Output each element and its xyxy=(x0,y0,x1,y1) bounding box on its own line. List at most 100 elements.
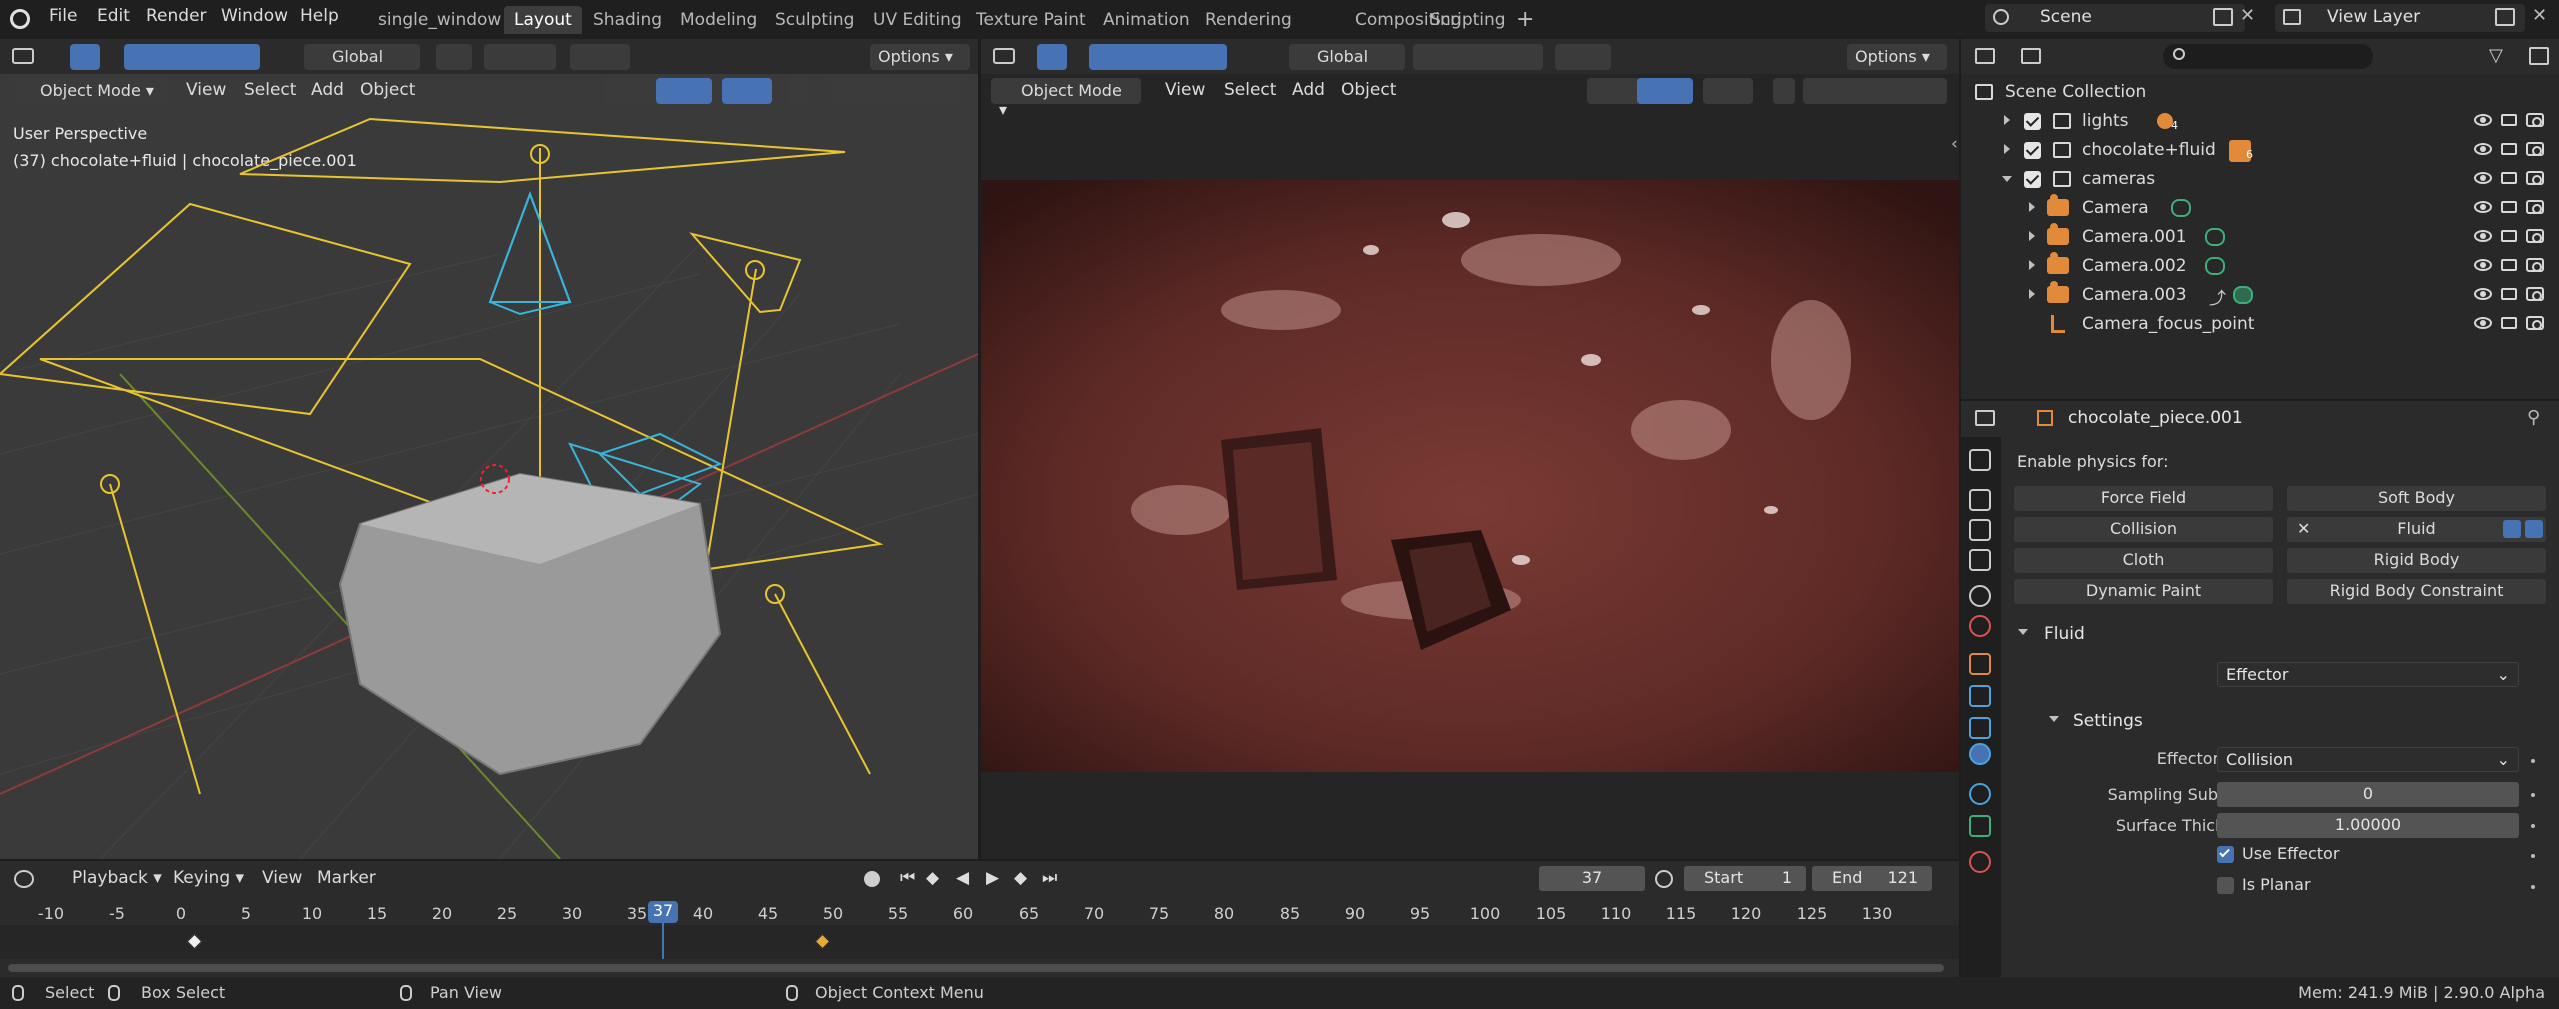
jump-end-icon[interactable]: ⏭ xyxy=(1042,868,1057,888)
properties-editor-type-icon[interactable] xyxy=(1975,410,1995,426)
sidebar-toggle-right-icon[interactable]: ‹ xyxy=(1951,134,1958,154)
scene-selector[interactable]: Scene xyxy=(1985,4,2245,32)
tab-animation[interactable]: Animation xyxy=(1093,6,1200,34)
keyframe-marker[interactable] xyxy=(186,933,203,950)
use-effector-checkbox[interactable] xyxy=(2217,846,2234,863)
constraints-tab-icon[interactable] xyxy=(1969,783,1991,805)
render-menu-add[interactable]: Add xyxy=(1292,80,1325,100)
playhead-frame-badge[interactable]: 37 xyxy=(648,901,678,923)
modifier-tab-icon[interactable] xyxy=(1969,685,1991,707)
render-disable-icon[interactable] xyxy=(2526,287,2544,301)
render-disable-icon[interactable] xyxy=(2526,258,2544,272)
menu-file[interactable]: File xyxy=(49,6,77,26)
animate-property-icon[interactable] xyxy=(2531,793,2535,797)
current-frame-field[interactable]: 37 xyxy=(1539,866,1645,891)
fluid-remove-icon[interactable]: ✕ xyxy=(2297,519,2310,538)
render-disable-icon[interactable] xyxy=(2526,142,2544,156)
viewport-disable-icon[interactable] xyxy=(2501,317,2517,329)
tab-uv-editing[interactable]: UV Editing xyxy=(863,6,972,34)
eye-icon[interactable] xyxy=(2474,259,2492,271)
transform-orientation-dropdown[interactable]: Global xyxy=(304,44,420,70)
collision-button[interactable]: Collision xyxy=(2014,517,2273,542)
render-overlay-icon[interactable] xyxy=(1703,78,1753,104)
render-transform-orientation-dropdown[interactable]: Global xyxy=(1289,44,1405,70)
outliner-search-input[interactable] xyxy=(2163,44,2373,69)
viewport-disable-icon[interactable] xyxy=(2501,288,2517,300)
preview-range-icon[interactable] xyxy=(1655,870,1673,888)
keyframe-track[interactable] xyxy=(0,921,1959,959)
object-tab-icon[interactable] xyxy=(1969,653,1991,675)
proportional-edit-icon[interactable] xyxy=(570,44,630,70)
fluid-button[interactable]: Fluid ✕ xyxy=(2287,517,2546,542)
options-dropdown[interactable]: Options ▾ xyxy=(870,44,970,70)
material-tab-icon[interactable] xyxy=(1969,851,1991,873)
rigid-body-constraint-button[interactable]: Rigid Body Constraint xyxy=(2287,579,2546,604)
expand-icon[interactable] xyxy=(2004,115,2010,125)
render-disable-icon[interactable] xyxy=(2526,229,2544,243)
eye-icon[interactable] xyxy=(2474,172,2492,184)
render-editor-type-icon[interactable] xyxy=(993,48,1015,64)
render-object-mode-dropdown[interactable]: Object Mode ▾ xyxy=(991,78,1141,119)
scene-tab-icon[interactable] xyxy=(1969,585,1991,607)
filter-icon[interactable]: ▽ xyxy=(2489,45,2503,66)
soft-body-button[interactable]: Soft Body xyxy=(2287,486,2546,511)
outliner-row-camera-002[interactable]: Camera.002 xyxy=(1961,252,2559,281)
render-options-dropdown[interactable]: Options ▾ xyxy=(1847,44,1947,70)
output-tab-icon[interactable] xyxy=(1969,519,1991,541)
pin-icon[interactable]: ⚲ xyxy=(2527,407,2540,428)
type-dropdown[interactable]: Effector ⌄ xyxy=(2217,662,2519,687)
outliner-row-camera-focus-point[interactable]: Camera_focus_point xyxy=(1961,310,2559,339)
tab-texture-paint[interactable]: Texture Paint xyxy=(966,6,1096,34)
physics-tab-icon[interactable] xyxy=(1969,743,1991,765)
viewport-disable-icon[interactable] xyxy=(2501,114,2517,126)
render-selection-mode-group[interactable] xyxy=(1089,44,1227,70)
viewport-disable-icon[interactable] xyxy=(2501,201,2517,213)
prev-keyframe-icon[interactable]: ◆ xyxy=(926,868,939,888)
select-tool-button[interactable] xyxy=(70,44,100,70)
outliner-row-camera-001[interactable]: Camera.001 xyxy=(1961,223,2559,252)
tab-sculpting[interactable]: Sculpting xyxy=(765,6,864,34)
fluid-viewport-toggle-icon[interactable] xyxy=(2503,520,2521,538)
collapse-icon[interactable] xyxy=(2002,176,2012,182)
tool-tab-icon[interactable] xyxy=(1969,449,1991,471)
exclude-checkbox[interactable] xyxy=(2024,142,2041,159)
play-icon[interactable]: ▶ xyxy=(986,868,999,888)
rigid-body-button[interactable]: Rigid Body xyxy=(2287,548,2546,573)
outliner-row-chocolate-fluid[interactable]: chocolate+fluid 6 xyxy=(1961,136,2559,165)
keyframe-marker[interactable] xyxy=(814,933,831,950)
render-shading-mode-group[interactable] xyxy=(1803,78,1947,104)
display-mode-icon[interactable] xyxy=(2021,48,2041,64)
jump-start-icon[interactable]: ⏮ xyxy=(900,868,915,888)
animate-property-icon[interactable] xyxy=(2531,885,2535,889)
tab-layout[interactable]: Layout xyxy=(504,6,582,34)
tab-single-window[interactable]: single_window xyxy=(368,6,511,34)
render-tab-icon[interactable] xyxy=(1969,489,1991,511)
timeline-menu-playback[interactable]: Playback ▾ xyxy=(72,868,162,888)
render-gizmo-icon[interactable] xyxy=(1637,78,1693,104)
rendered-viewport[interactable]: Object Mode ▾ View Select Add Object ‹ xyxy=(981,74,1959,859)
end-frame-field[interactable]: End 121 xyxy=(1812,866,1932,891)
add-workspace-icon[interactable]: + xyxy=(1516,7,1534,32)
cloth-button[interactable]: Cloth xyxy=(2014,548,2273,573)
eye-icon[interactable] xyxy=(2474,201,2492,213)
dynamic-paint-button[interactable]: Dynamic Paint xyxy=(2014,579,2273,604)
timeline-menu-marker[interactable]: Marker xyxy=(317,868,376,888)
animate-property-icon[interactable] xyxy=(2531,759,2535,763)
render-snap-group[interactable] xyxy=(1413,44,1543,70)
expand-icon[interactable] xyxy=(2029,231,2035,241)
effector-type-dropdown[interactable]: Collision ⌄ xyxy=(2217,747,2519,772)
panel-collapse-icon[interactable] xyxy=(2018,629,2028,635)
viewport-disable-icon[interactable] xyxy=(2501,230,2517,242)
menu-help[interactable]: Help xyxy=(300,6,339,26)
play-reverse-icon[interactable]: ◀ xyxy=(956,868,969,888)
record-icon[interactable] xyxy=(864,871,880,887)
eye-icon[interactable] xyxy=(2474,143,2492,155)
render-proportional-icon[interactable] xyxy=(1555,44,1611,70)
eye-icon[interactable] xyxy=(2474,230,2492,242)
eye-icon[interactable] xyxy=(2474,317,2492,329)
expand-icon[interactable] xyxy=(2004,144,2010,154)
animate-property-icon[interactable] xyxy=(2531,824,2535,828)
object-data-tab-icon[interactable] xyxy=(1969,815,1991,837)
next-keyframe-icon[interactable]: ◆ xyxy=(1014,868,1027,888)
pivot-icon[interactable] xyxy=(436,44,472,70)
